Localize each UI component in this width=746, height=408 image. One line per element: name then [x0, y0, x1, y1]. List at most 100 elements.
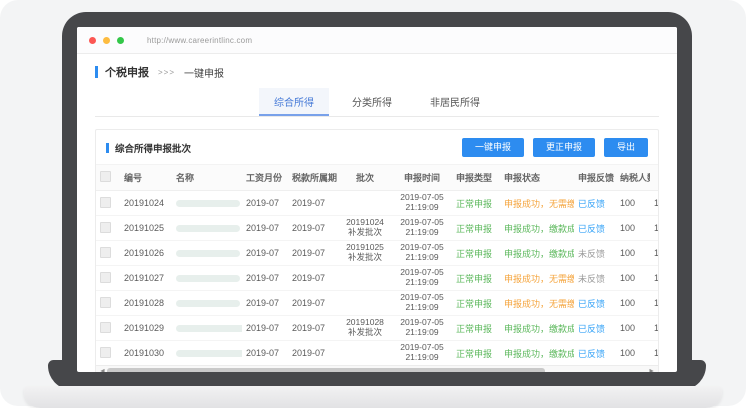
row-checkbox[interactable]: [100, 272, 111, 283]
taxpayer-count-cell: 100: [616, 223, 650, 233]
declare-time-cell: 2019-07-05 21:19:09: [392, 243, 452, 263]
wage-month-cell: 2019-07: [242, 323, 288, 333]
row-checkbox[interactable]: [100, 197, 111, 208]
column-header: 批次: [338, 171, 392, 184]
traffic-light-yellow-icon[interactable]: [103, 37, 110, 44]
column-header: 纳税人数: [616, 171, 650, 184]
table-row[interactable]: 201910292019-072019-0720191028 补发批次2019-…: [96, 316, 658, 341]
declare-time-cell: 2019-07-05 21:19:09: [392, 218, 452, 238]
table-row[interactable]: 201910262019-072019-0720191025 补发批次2019-…: [96, 241, 658, 266]
taxpayer-count-cell: 100: [616, 248, 650, 258]
tab-comprehensive-income[interactable]: 综合所得: [259, 88, 329, 116]
tax-period-cell: 2019-07: [288, 348, 338, 358]
batches-table: 编号名称工资月份税款所属期批次申报时间申报类型申报状态申报反馈纳税人数 2019…: [96, 164, 658, 365]
breadcrumb-current: 一键申报: [184, 65, 224, 80]
name-cell: [172, 323, 242, 333]
declare-type-cell: 正常申报: [452, 297, 500, 310]
row-checkbox[interactable]: [100, 222, 111, 233]
row-checkbox[interactable]: [100, 322, 111, 333]
declare-type-cell: 正常申报: [452, 322, 500, 335]
table-row[interactable]: 20191024 2019-072019-07 2019-07-05 21:19:0…: [96, 191, 658, 216]
breadcrumb-separator: >>>: [158, 68, 175, 77]
tab-classified-income[interactable]: 分类所得: [337, 88, 407, 116]
taxpayer-count-cell: 100: [616, 323, 650, 333]
checkbox-cell: [96, 297, 120, 310]
column-header: 工资月份: [242, 171, 288, 184]
wage-month-cell: 2019-07: [242, 298, 288, 308]
address-bar-url[interactable]: http://www.careerintlinc.com: [147, 36, 252, 45]
row-checkbox[interactable]: [100, 247, 111, 258]
declare-status-cell: 申报成功，缴款成功: [500, 322, 574, 335]
tax-period-cell: 2019-07: [288, 248, 338, 258]
tax-period-cell: 2019-07: [288, 323, 338, 333]
correct-declaration-button[interactable]: 更正申报: [533, 138, 595, 157]
tax-period-cell: 2019-07: [288, 198, 338, 208]
clipped-cell: 11: [650, 198, 658, 208]
column-header: 名称: [172, 171, 242, 184]
declare-status-cell: 申报成功，无需缴款: [500, 297, 574, 310]
panel-title: 综合所得申报批次: [115, 141, 191, 155]
select-all-checkbox[interactable]: [100, 171, 111, 182]
panel-header: 综合所得申报批次 一键申报 更正申报 导出: [96, 130, 658, 164]
feedback-cell: 未反馈: [574, 272, 616, 285]
breadcrumb: 个税申报 >>> 一键申报: [95, 65, 659, 79]
table-row[interactable]: 201910252019-072019-0720191024 补发批次2019-…: [96, 216, 658, 241]
checkbox-cell: [96, 347, 120, 360]
table-row[interactable]: 201910302019-072019-072019-07-05 21:19:0…: [96, 341, 658, 365]
traffic-light-red-icon[interactable]: [89, 37, 96, 44]
taxpayer-count-cell: 100: [616, 198, 650, 208]
declare-type-cell: 正常申报: [452, 197, 500, 210]
declare-time-cell: 2019-07-05 21:19:09: [392, 318, 452, 338]
feedback-cell: 已反馈: [574, 297, 616, 310]
scrollbar-thumb[interactable]: [107, 368, 545, 372]
checkbox-cell: [96, 247, 120, 260]
batch-id-cell: 20191029: [120, 323, 172, 333]
row-checkbox[interactable]: [100, 297, 111, 308]
app-page: 个税申报 >>> 一键申报 综合所得 分类所得 非居民所得 综合所得申报批次 一…: [77, 54, 677, 372]
table-body: 201910242019-072019-072019-07-05 21:19:0…: [96, 191, 658, 365]
name-cell: [172, 273, 242, 283]
table-row[interactable]: 201910282019-072019-072019-07-05 21:19:0…: [96, 291, 658, 316]
declare-status-cell: 申报成功，无需缴款: [500, 272, 574, 285]
export-button[interactable]: 导出: [604, 138, 648, 157]
column-header: 申报时间: [392, 171, 452, 184]
tab-nonresident-income[interactable]: 非居民所得: [415, 88, 495, 116]
declare-time-cell: 2019-07-05 21:19:09: [392, 193, 452, 213]
wage-month-cell: 2019-07: [242, 223, 288, 233]
redacted-name: [176, 300, 240, 307]
batch-cell: 20191025 补发批次: [338, 243, 392, 263]
screen-content: http://www.careerintlinc.com 个税申报 >>> 一键…: [77, 27, 677, 372]
clipped-cell: 11: [650, 298, 658, 308]
wage-month-cell: 2019-07: [242, 198, 288, 208]
redacted-name: [176, 350, 242, 357]
taxpayer-count-cell: 100: [616, 298, 650, 308]
traffic-light-green-icon[interactable]: [117, 37, 124, 44]
row-checkbox[interactable]: [100, 347, 111, 358]
feedback-cell: 已反馈: [574, 347, 616, 360]
checkbox-cell: [96, 171, 120, 184]
table-header-row: 编号名称工资月份税款所属期批次申报时间申报类型申报状态申报反馈纳税人数: [96, 164, 658, 191]
table-row[interactable]: 201910272019-072019-072019-07-05 21:19:0…: [96, 266, 658, 291]
laptop-screen-frame: http://www.careerintlinc.com 个税申报 >>> 一键…: [62, 12, 692, 388]
wage-month-cell: 2019-07: [242, 273, 288, 283]
wage-month-cell: 2019-07: [242, 348, 288, 358]
tax-period-cell: 2019-07: [288, 223, 338, 233]
column-header: 申报反馈: [574, 171, 616, 184]
redacted-name: [176, 250, 240, 257]
batch-id-cell: 20191025: [120, 223, 172, 233]
declare-time-cell: 2019-07-05 21:19:09: [392, 268, 452, 288]
feedback-cell: 未反馈: [574, 247, 616, 260]
laptop-base: [24, 386, 722, 408]
scroll-left-icon[interactable]: ◄: [99, 367, 106, 372]
scroll-right-icon[interactable]: ►: [648, 367, 655, 372]
checkbox-cell: [96, 222, 120, 235]
batch-cell: 20191028 补发批次: [338, 318, 392, 338]
clipped-cell: 11: [650, 323, 658, 333]
name-cell: [172, 198, 242, 208]
declare-time-cell: 2019-07-05 21:19:09: [392, 343, 452, 363]
checkbox-cell: [96, 272, 120, 285]
batch-id-cell: 20191024: [120, 198, 172, 208]
horizontal-scrollbar[interactable]: ◄ ►: [96, 365, 658, 372]
one-click-declare-button[interactable]: 一键申报: [462, 138, 524, 157]
redacted-name: [176, 200, 240, 207]
